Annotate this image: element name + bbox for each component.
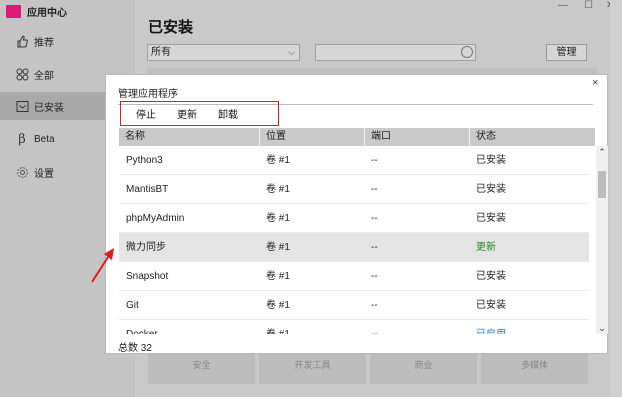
cell-status: 更新 [476, 242, 496, 253]
cell-status: 已安装 [476, 300, 506, 311]
dialog-toolbar: 停止 更新 卸载 [120, 101, 279, 126]
grid-icon [15, 67, 29, 81]
sidebar-item-recommended[interactable]: 推荐 [0, 27, 135, 55]
beta-icon: β [18, 131, 26, 147]
table-row[interactable]: 微力同步 卷 #1 -- 更新 [119, 233, 589, 262]
cell-port: -- [371, 184, 378, 195]
category-business[interactable]: 商业 [370, 352, 477, 384]
cell-status: 已安装 [476, 155, 506, 166]
table-row[interactable]: Python3 卷 #1 -- 已安装 [119, 146, 589, 175]
cell-port: -- [371, 300, 378, 311]
table-row[interactable]: Docker 卷 #1 -- 已启用 [119, 320, 589, 334]
manage-button[interactable]: 管理 [546, 44, 587, 61]
sidebar-item-label: 推荐 [34, 37, 54, 49]
filter-select[interactable]: 所有 ⌵ [147, 44, 300, 61]
dialog-close-icon[interactable]: × [592, 77, 598, 89]
cell-status: 已安装 [476, 213, 506, 224]
cell-port: -- [371, 213, 378, 224]
app-logo [6, 4, 21, 18]
category-row: 安全 开发工具 商业 多媒体 [148, 352, 588, 384]
sidebar-item-label: 设置 [34, 168, 54, 180]
minimize-icon[interactable]: — [558, 0, 568, 11]
cell-status: 已启用 [469, 320, 506, 334]
cell-location: 卷 #1 [259, 320, 290, 334]
installed-box-icon [15, 99, 29, 113]
table-row[interactable]: Git 卷 #1 -- 已安装 [119, 291, 589, 320]
cell-port: -- [371, 155, 378, 166]
scroll-thumb[interactable] [598, 171, 606, 198]
cell-name: Docker [119, 320, 158, 334]
update-button[interactable]: 更新 [177, 106, 197, 121]
table-scrollbar[interactable]: ⌃ ⌄ [596, 146, 608, 334]
uninstall-button[interactable]: 卸载 [218, 106, 238, 121]
cell-name: phpMyAdmin [126, 213, 185, 224]
app-title: 应用中心 [6, 3, 67, 19]
column-header-location[interactable]: 位置 [259, 128, 364, 146]
total-count: 总数 32 [118, 343, 152, 354]
cell-status: 已安装 [476, 271, 506, 282]
annotation-arrow-icon [91, 248, 114, 283]
cell-port: -- [371, 242, 378, 253]
cell-name: Python3 [126, 155, 163, 166]
app-title-text: 应用中心 [27, 7, 67, 19]
search-input[interactable] [315, 44, 476, 61]
stop-button[interactable]: 停止 [136, 106, 156, 121]
cell-location: 卷 #1 [266, 184, 290, 195]
cell-status: 已安装 [476, 184, 506, 195]
cell-name: 微力同步 [126, 242, 166, 253]
scroll-down-icon[interactable]: ⌄ [596, 322, 608, 334]
search-icon [461, 46, 473, 58]
thumbs-up-icon [15, 34, 29, 48]
cell-port: -- [364, 320, 378, 334]
table-row[interactable]: MantisBT 卷 #1 -- 已安装 [119, 175, 589, 204]
page-title: 已安装 [148, 19, 194, 36]
cell-name: Snapshot [126, 271, 169, 282]
cell-location: 卷 #1 [266, 213, 290, 224]
table-row[interactable]: phpMyAdmin 卷 #1 -- 已安装 [119, 204, 589, 233]
cell-location: 卷 #1 [266, 271, 290, 282]
cell-location: 卷 #1 [266, 300, 290, 311]
table-header: 名称 位置 端口 状态 [119, 128, 595, 146]
manage-apps-dialog: 管理应用程序 × 停止 更新 卸载 名称 位置 端口 状态 Python3 卷 #… [105, 74, 608, 354]
gear-icon [15, 165, 29, 179]
category-security[interactable]: 安全 [148, 352, 255, 384]
cell-location: 卷 #1 [266, 155, 290, 166]
sidebar-item-label: 全部 [34, 70, 54, 82]
sidebar-item-label: 已安装 [34, 102, 64, 114]
filter-select-value: 所有 [151, 47, 171, 58]
table-row[interactable]: Snapshot 卷 #1 -- 已安装 [119, 262, 589, 291]
category-multimedia[interactable]: 多媒体 [481, 352, 588, 384]
dialog-title: 管理应用程序 [118, 89, 178, 100]
column-header-name[interactable]: 名称 [119, 128, 256, 146]
table-body: Python3 卷 #1 -- 已安装 MantisBT 卷 #1 -- 已安装 phpMyAd… [119, 146, 589, 334]
main-scrollbar[interactable] [610, 0, 622, 397]
cell-location: 卷 #1 [266, 242, 290, 253]
maximize-icon[interactable]: ☐ [584, 0, 593, 11]
sidebar-item-label: Beta [34, 133, 55, 145]
scroll-up-icon[interactable]: ⌃ [596, 146, 608, 158]
column-header-status[interactable]: 状态 [469, 128, 595, 146]
column-header-port[interactable]: 端口 [364, 128, 469, 146]
cell-port: -- [371, 271, 378, 282]
category-dev-tools[interactable]: 开发工具 [259, 352, 366, 384]
cell-name: MantisBT [126, 184, 169, 195]
chevron-down-icon: ⌵ [288, 47, 295, 57]
cell-name: Git [126, 300, 139, 311]
